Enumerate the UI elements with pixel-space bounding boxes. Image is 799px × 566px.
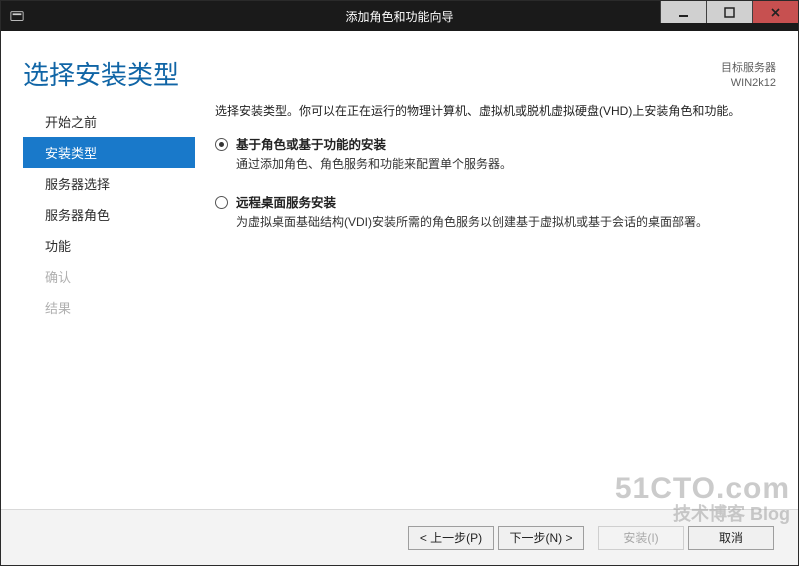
window-controls bbox=[660, 1, 798, 23]
nav-server-selection[interactable]: 服务器选择 bbox=[23, 168, 195, 199]
body-row: 开始之前 安装类型 服务器选择 服务器角色 功能 确认 结果 选择安装类型。你可… bbox=[1, 102, 798, 509]
radio-role-based[interactable] bbox=[215, 138, 228, 151]
wizard-nav: 开始之前 安装类型 服务器选择 服务器角色 功能 确认 结果 bbox=[23, 102, 195, 509]
maximize-button[interactable] bbox=[706, 1, 752, 23]
nav-installation-type[interactable]: 安装类型 bbox=[23, 137, 195, 168]
previous-button[interactable]: < 上一步(P) bbox=[408, 526, 494, 550]
wizard-footer: < 上一步(P) 下一步(N) > 安装(I) 取消 bbox=[1, 509, 798, 565]
installation-type-intro: 选择安装类型。你可以在正在运行的物理计算机、虚拟机或脱机虚拟硬盘(VHD)上安装… bbox=[215, 102, 776, 120]
radio-rds[interactable] bbox=[215, 196, 228, 209]
cancel-button[interactable]: 取消 bbox=[688, 526, 774, 550]
app-icon bbox=[9, 8, 25, 24]
option-rds-title: 远程桌面服务安装 bbox=[236, 194, 776, 213]
header-row: 选择安装类型 目标服务器 WIN2k12 bbox=[1, 31, 798, 102]
wizard-window: 添加角色和功能向导 选择安装类型 目标服务器 WIN2k12 开始之前 bbox=[0, 0, 799, 566]
option-rds[interactable]: 远程桌面服务安装 为虚拟桌面基础结构(VDI)安装所需的角色服务以创建基于虚拟机… bbox=[215, 194, 776, 232]
target-server-label: 目标服务器 bbox=[721, 61, 776, 76]
target-server-name: WIN2k12 bbox=[721, 76, 776, 91]
option-role-based-desc: 通过添加角色、角色服务和功能来配置单个服务器。 bbox=[236, 155, 776, 174]
nav-server-roles[interactable]: 服务器角色 bbox=[23, 199, 195, 230]
client-area: 选择安装类型 目标服务器 WIN2k12 开始之前 安装类型 服务器选择 服务器… bbox=[1, 31, 798, 565]
option-role-based[interactable]: 基于角色或基于功能的安装 通过添加角色、角色服务和功能来配置单个服务器。 bbox=[215, 136, 776, 174]
nav-confirmation: 确认 bbox=[23, 261, 195, 292]
page-title: 选择安装类型 bbox=[23, 55, 721, 92]
target-server-info: 目标服务器 WIN2k12 bbox=[721, 55, 776, 91]
next-button[interactable]: 下一步(N) > bbox=[498, 526, 584, 550]
nav-before-you-begin[interactable]: 开始之前 bbox=[23, 106, 195, 137]
option-body: 远程桌面服务安装 为虚拟桌面基础结构(VDI)安装所需的角色服务以创建基于虚拟机… bbox=[236, 194, 776, 232]
option-rds-desc: 为虚拟桌面基础结构(VDI)安装所需的角色服务以创建基于虚拟机或基于会话的桌面部… bbox=[236, 213, 776, 232]
option-body: 基于角色或基于功能的安装 通过添加角色、角色服务和功能来配置单个服务器。 bbox=[236, 136, 776, 174]
option-role-based-title: 基于角色或基于功能的安装 bbox=[236, 136, 776, 155]
minimize-button[interactable] bbox=[660, 1, 706, 23]
nav-features[interactable]: 功能 bbox=[23, 230, 195, 261]
titlebar[interactable]: 添加角色和功能向导 bbox=[1, 1, 798, 31]
install-button: 安装(I) bbox=[598, 526, 684, 550]
nav-results: 结果 bbox=[23, 292, 195, 323]
content-area: 选择安装类型。你可以在正在运行的物理计算机、虚拟机或脱机虚拟硬盘(VHD)上安装… bbox=[195, 102, 776, 509]
close-button[interactable] bbox=[752, 1, 798, 23]
